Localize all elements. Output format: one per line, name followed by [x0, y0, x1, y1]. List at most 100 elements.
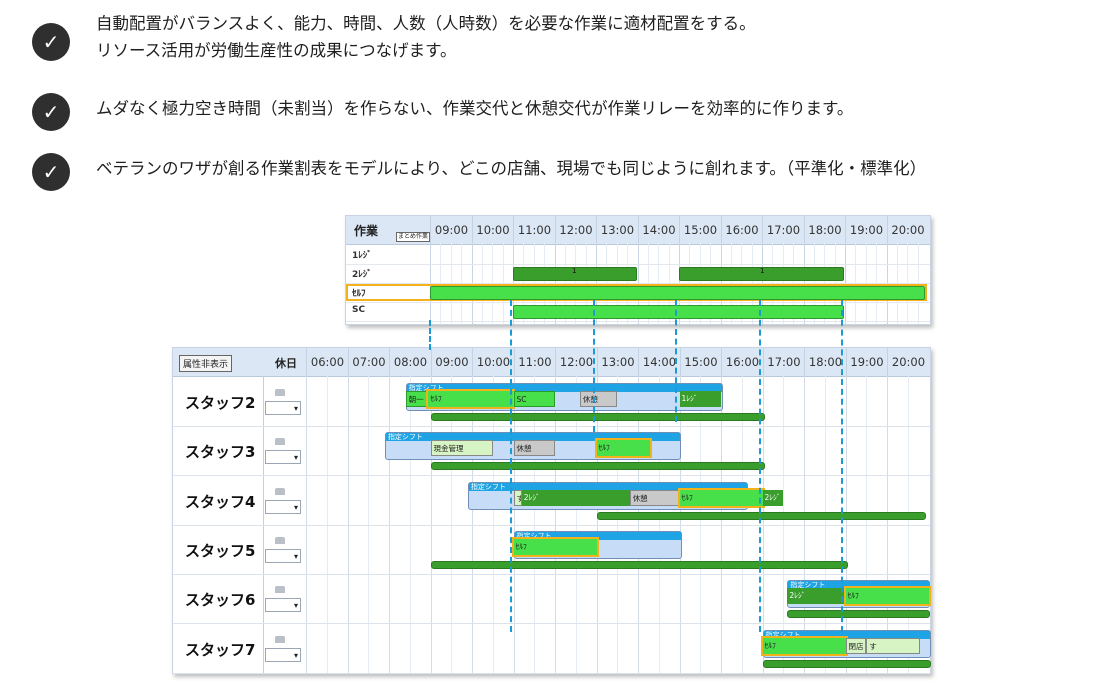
time-tick: 20:00 — [887, 348, 929, 376]
time-tick: 10:00 — [471, 216, 514, 244]
guide-line-9 — [429, 320, 431, 350]
staff-name: スタッフ2 — [185, 394, 256, 412]
time-tick: 16:00 — [721, 348, 763, 376]
chevron-down-icon: ▾ — [293, 551, 298, 561]
staff-name: スタッフ5 — [185, 541, 256, 560]
holiday-header: 休日 — [275, 357, 297, 370]
chevron-down-icon: ▾ — [293, 650, 298, 660]
availability-bar — [596, 511, 927, 520]
task-block[interactable]: 休憩 — [513, 440, 555, 457]
staff-schedule-panel: 属性非表示 休日 06:00 07:00 08:00 09:00 10:00 11:00 1… — [172, 347, 931, 674]
staff-name: スタッフ7 — [185, 640, 256, 659]
task-block[interactable]: 現金管理 — [430, 440, 493, 457]
availability-bar — [430, 413, 765, 421]
task-block[interactable]: ｾﾙﾌ — [677, 487, 765, 508]
lock-icon — [275, 487, 285, 495]
check-icon: ✓ — [32, 93, 70, 131]
task-block[interactable]: ｾﾙﾌ — [760, 635, 848, 656]
attr-toggle-button[interactable]: 属性非表示 — [179, 355, 233, 372]
staff-name: スタッフ4 — [185, 492, 256, 511]
task-block[interactable]: ｾﾙﾌ — [843, 586, 931, 607]
task-block[interactable]: SC — [513, 391, 555, 407]
2reg-bar-2[interactable]: 1 — [679, 267, 844, 281]
lock-icon — [275, 438, 285, 446]
chevron-down-icon: ▾ — [293, 601, 298, 611]
task-block[interactable]: 2ﾚｼﾞ — [787, 588, 846, 605]
staff-row: スタッフ4▾指定シフトす2ﾚｼﾞ休憩ｾﾙﾌ2ﾚｼﾞ — [173, 476, 930, 526]
2reg-bar-1[interactable]: 1 — [513, 267, 637, 281]
staff-header: 属性非表示 休日 06:00 07:00 08:00 09:00 10:00 11:00 1… — [173, 348, 930, 377]
staff-name: スタッフ3 — [185, 443, 256, 462]
time-tick: 11:00 — [513, 216, 555, 244]
time-tick: 12:00 — [554, 216, 597, 244]
time-tick: 15:00 — [679, 348, 722, 376]
time-tick: 13:00 — [596, 216, 638, 244]
group-task-button[interactable]: まとめ作業 — [396, 232, 431, 242]
time-tick: 18:00 — [803, 216, 846, 244]
guide-line-11 — [510, 300, 512, 632]
guide-line-13 — [593, 300, 595, 432]
task-block[interactable]: 2ﾚｼﾞ — [762, 489, 784, 506]
holiday-dropdown[interactable]: ▾ — [265, 401, 301, 415]
task-block[interactable]: す — [866, 637, 921, 654]
lock-icon — [275, 586, 285, 594]
bullet-3-line-1: ベテランのワザが創る作業割表をモデルにより、どこの店舗、現場でも同じように創れま… — [96, 159, 927, 178]
chevron-down-icon: ▾ — [293, 404, 298, 413]
holiday-dropdown[interactable]: ▾ — [265, 548, 301, 563]
lock-icon — [275, 389, 285, 396]
time-tick: 16:00 — [720, 216, 763, 244]
holiday-dropdown[interactable]: ▾ — [265, 450, 301, 465]
task-block[interactable]: ｾﾙﾌ — [511, 536, 599, 557]
task-block[interactable]: 1ﾚｼﾞ — [679, 391, 721, 407]
time-tick: 07:00 — [347, 348, 390, 376]
time-tick: 14:00 — [638, 348, 680, 376]
guide-line-15 — [675, 300, 677, 422]
time-tick: 19:00 — [845, 216, 887, 244]
availability-bar — [430, 560, 848, 569]
task-block[interactable]: 閉店 — [845, 637, 867, 654]
task-block[interactable]: 休憩 — [629, 489, 680, 506]
time-tick: 13:00 — [596, 348, 639, 376]
time-tick: 20:00 — [886, 216, 929, 244]
time-tick: 15:00 — [679, 216, 721, 244]
task-header-label: 作業 — [354, 224, 379, 238]
time-tick: 09:00 — [430, 348, 473, 376]
task-block[interactable]: 2ﾚｼﾞ — [521, 489, 630, 506]
availability-bar — [787, 610, 931, 619]
task-block[interactable]: ｾﾙﾌ — [594, 438, 653, 459]
availability-bar — [762, 659, 931, 668]
bullet-1-line-2: リソース活用が労働生産性の成果につなげます。 — [96, 41, 457, 60]
lock-icon — [275, 635, 285, 643]
time-tick: 17:00 — [762, 348, 805, 376]
staff-row: スタッフ7 ▾ 指定シフト ｾﾙﾌ 閉店す — [173, 624, 931, 674]
sc-bar[interactable] — [513, 305, 844, 319]
holiday-dropdown[interactable]: ▾ — [265, 598, 301, 613]
task-block[interactable]: す — [513, 489, 522, 506]
time-tick: 18:00 — [804, 348, 846, 376]
task-block[interactable]: ｾﾙﾌ — [426, 389, 516, 409]
task-schedule-panel: 作業 まとめ作業 09:00 10:00 11:00 12:00 13:00 14:00 1… — [345, 215, 931, 325]
staff-row: スタッフ3 ▾ 指定シフト 現金管理 休憩 ｾﾙﾌ — [173, 426, 930, 477]
guide-line-17 — [759, 300, 761, 632]
time-tick: 11:00 — [513, 348, 556, 376]
guide-line-19 — [841, 300, 843, 632]
self-bar[interactable] — [430, 286, 925, 300]
task-row-1reg: 1ﾚｼﾞ — [346, 246, 930, 265]
time-tick: 19:00 — [845, 348, 888, 376]
staff-row: スタッフ5 ▾ 指定シフト ｾﾙﾌ — [173, 525, 930, 575]
chevron-down-icon: ▾ — [293, 502, 298, 512]
bullet-2-line-1: ムダなく極力空き時間（未割当）を作らない、作業交代と休憩交代が作業リレーを効率的… — [96, 99, 854, 118]
time-tick: 06:00 — [306, 348, 348, 376]
holiday-dropdown[interactable]: ▾ — [265, 647, 301, 662]
lock-icon — [275, 536, 285, 544]
staff-name: スタッフ6 — [185, 591, 256, 610]
bullet-1-line-1: 自動配置がバランスよく、能力、時間、人数（人時数）を必要な作業に適材配置をする。 — [96, 14, 756, 33]
time-tick: 14:00 — [637, 216, 680, 244]
time-tick: 08:00 — [389, 348, 431, 376]
task-header: 作業 まとめ作業 09:00 10:00 11:00 12:00 13:00 14:00 1… — [346, 216, 930, 245]
task-block[interactable]: 朝一 — [405, 391, 429, 407]
chevron-down-icon: ▾ — [293, 453, 298, 463]
holiday-dropdown[interactable]: ▾ — [265, 499, 301, 514]
task-block[interactable]: 休憩 — [579, 391, 618, 407]
time-tick: 09:00 — [430, 216, 472, 244]
